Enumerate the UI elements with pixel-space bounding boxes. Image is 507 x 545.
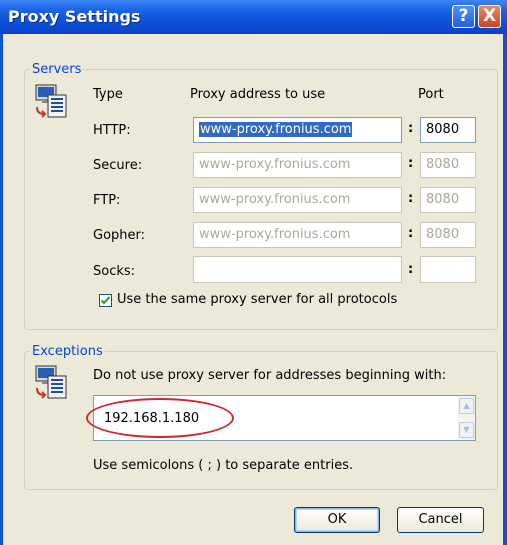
checkmark-icon	[100, 296, 111, 305]
scroll-up-icon[interactable]: ▲	[459, 398, 474, 414]
gopher-label: Gopher:	[93, 228, 146, 243]
socks-label: Socks:	[93, 264, 136, 279]
http-address-input[interactable]: www-proxy.fronius.com	[193, 117, 402, 143]
exceptions-legend: Exceptions	[32, 344, 103, 359]
secure-colon: :	[408, 156, 414, 171]
exceptions-hint: Use semicolons ( ; ) to separate entries…	[93, 458, 354, 473]
type-header: Type	[93, 87, 123, 102]
http-port-input[interactable]: 8080	[420, 117, 476, 143]
highlight-circle	[86, 398, 234, 438]
gopher-colon: :	[408, 226, 414, 241]
address-header: Proxy address to use	[190, 87, 326, 102]
exceptions-description: Do not use proxy server for addresses be…	[93, 368, 447, 383]
port-header: Port	[418, 87, 444, 102]
servers-legend: Servers	[32, 62, 82, 77]
http-colon: :	[408, 121, 414, 136]
secure-port-input[interactable]: 8080	[420, 152, 476, 178]
http-label: HTTP:	[93, 123, 131, 138]
same-proxy-checkbox[interactable]	[99, 294, 112, 307]
ok-button[interactable]: OK	[294, 507, 380, 533]
cancel-button[interactable]: Cancel	[397, 507, 484, 533]
computer-network-icon	[35, 84, 67, 118]
scroll-down-icon[interactable]: ▼	[459, 422, 474, 438]
secure-address-input[interactable]: www-proxy.fronius.com	[193, 152, 402, 178]
socks-colon: :	[408, 262, 414, 277]
proxy-settings-window: Proxy Settings ? X Servers Type Proxy ad…	[0, 0, 507, 545]
secure-label: Secure:	[93, 158, 143, 173]
gopher-port-input[interactable]: 8080	[420, 222, 476, 248]
gopher-address-input[interactable]: www-proxy.fronius.com	[193, 222, 402, 248]
ftp-colon: :	[408, 191, 414, 206]
help-button[interactable]: ?	[452, 5, 475, 28]
same-proxy-label[interactable]: Use the same proxy server for all protoc…	[117, 292, 397, 307]
ftp-label: FTP:	[93, 193, 121, 208]
title-bar[interactable]: Proxy Settings ? X	[0, 0, 507, 34]
exceptions-scrollbar[interactable]: ▲ ▼	[458, 396, 475, 440]
socks-port-input[interactable]	[420, 256, 476, 283]
window-title: Proxy Settings	[8, 7, 141, 26]
close-button[interactable]: X	[478, 5, 501, 28]
http-address-value: www-proxy.fronius.com	[199, 122, 353, 137]
ftp-port-input[interactable]: 8080	[420, 187, 476, 213]
ftp-address-input[interactable]: www-proxy.fronius.com	[193, 187, 402, 213]
socks-address-input[interactable]	[193, 256, 402, 283]
computer-network-icon	[35, 365, 67, 399]
